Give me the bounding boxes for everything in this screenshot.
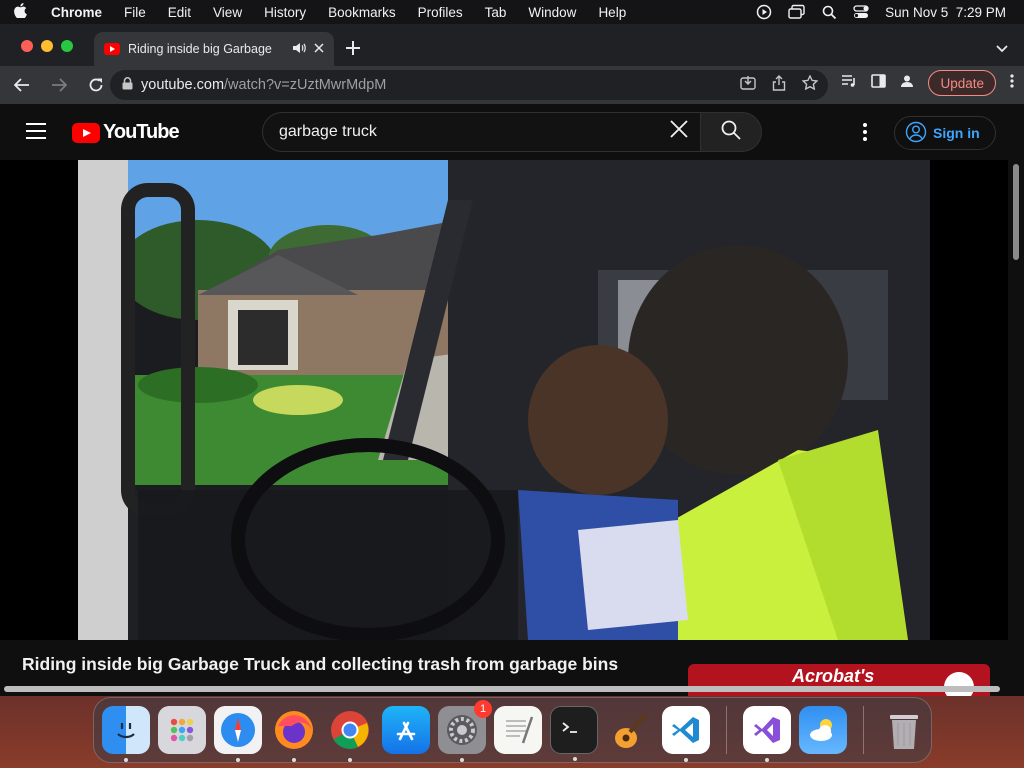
system-settings-icon[interactable]: 1	[438, 700, 492, 762]
running-indicator	[684, 758, 688, 762]
menu-app-name[interactable]: Chrome	[40, 5, 113, 20]
url-path: /watch?v=zUztMwrMdpM	[224, 77, 387, 93]
close-window-button[interactable]	[21, 40, 33, 52]
browser-window: Riding inside big Garbage youtube.com /w…	[0, 24, 1024, 696]
dock-separator	[863, 706, 864, 754]
running-indicator	[573, 757, 577, 761]
browser-toolbar: youtube.com/watch?v=zUztMwrMdpM Update	[0, 66, 1024, 104]
running-indicator	[236, 758, 240, 762]
video-frame-image	[78, 160, 930, 640]
weather-icon[interactable]	[799, 706, 847, 754]
url-host: youtube.com	[141, 77, 225, 93]
bookmark-star-icon[interactable]	[801, 74, 819, 95]
menu-view[interactable]: View	[202, 5, 253, 20]
vscode-icon[interactable]	[662, 706, 710, 762]
dock: 1	[93, 697, 932, 763]
youtube-wordmark: YouTube	[103, 121, 180, 143]
textedit-icon[interactable]	[494, 706, 542, 754]
account-circle-icon	[905, 121, 927, 146]
dock-separator	[726, 706, 727, 754]
launchpad-icon[interactable]	[158, 706, 206, 754]
apple-menu-icon[interactable]	[0, 2, 40, 22]
settings-kebab-icon[interactable]	[863, 123, 867, 144]
menu-history[interactable]: History	[253, 5, 317, 20]
search-query-text: garbage truck	[279, 123, 377, 140]
running-indicator	[765, 758, 769, 762]
running-indicator	[124, 758, 128, 762]
finder-icon[interactable]	[102, 706, 150, 762]
media-controls-icon[interactable]	[841, 74, 857, 93]
hamburger-menu-icon[interactable]	[26, 123, 46, 144]
screen-mirroring-icon[interactable]	[788, 4, 806, 20]
close-tab-icon[interactable]	[314, 42, 324, 56]
running-indicator	[292, 758, 296, 762]
update-button[interactable]: Update	[928, 70, 996, 96]
tab-strip: Riding inside big Garbage	[0, 24, 1024, 66]
youtube-page: YouTube garbage truck Sign in Riding ins…	[0, 104, 1024, 696]
tab-search-chevron-icon[interactable]	[996, 40, 1008, 58]
search-icon	[721, 120, 741, 145]
trash-icon[interactable]	[880, 706, 928, 754]
zoom-window-button[interactable]	[61, 40, 73, 52]
menu-window[interactable]: Window	[517, 5, 587, 20]
video-player[interactable]	[0, 160, 1008, 640]
garageband-icon[interactable]	[606, 706, 654, 754]
new-tab-button[interactable]	[346, 38, 360, 61]
ad-badge	[944, 672, 974, 696]
running-indicator	[460, 758, 464, 762]
address-bar[interactable]: youtube.com/watch?v=zUztMwrMdpM	[110, 70, 828, 100]
tab-youtube[interactable]: Riding inside big Garbage	[94, 32, 334, 66]
video-frame[interactable]	[78, 160, 930, 640]
video-title: Riding inside big Garbage Truck and coll…	[22, 654, 619, 674]
side-panel-icon[interactable]	[871, 73, 887, 93]
sign-in-button[interactable]: Sign in	[894, 116, 996, 150]
clear-search-icon[interactable]	[670, 120, 688, 143]
menu-profiles[interactable]: Profiles	[407, 5, 474, 20]
running-indicator	[348, 758, 352, 762]
lock-icon[interactable]	[122, 76, 133, 94]
search-input[interactable]: garbage truck	[262, 112, 700, 152]
firefox-icon[interactable]	[270, 706, 318, 762]
youtube-header: YouTube garbage truck Sign in	[0, 104, 1024, 160]
menu-bar: Chrome File Edit View History Bookmarks …	[0, 0, 1024, 24]
control-center-icon[interactable]	[853, 5, 869, 19]
window-controls	[21, 40, 73, 52]
sign-in-label: Sign in	[933, 125, 980, 141]
menu-help[interactable]: Help	[587, 5, 637, 20]
youtube-favicon-icon	[104, 43, 120, 55]
vertical-scrollbar-thumb[interactable]	[1013, 164, 1019, 260]
play-status-icon[interactable]	[756, 4, 772, 20]
page-horizontal-scrollbar[interactable]	[4, 686, 1000, 692]
minimize-window-button[interactable]	[41, 40, 53, 52]
back-button[interactable]	[6, 69, 38, 101]
youtube-play-icon	[72, 122, 100, 143]
spotlight-search-icon[interactable]	[822, 5, 837, 20]
ad-text: Acrobat's	[792, 666, 875, 686]
share-icon[interactable]	[772, 75, 786, 95]
youtube-logo[interactable]: YouTube	[72, 121, 180, 144]
menubar-clock[interactable]: Sun Nov 5 7:29 PM	[885, 5, 1006, 20]
reload-button[interactable]	[80, 69, 112, 101]
app-store-icon[interactable]	[382, 706, 430, 754]
notification-badge: 1	[474, 700, 492, 718]
menu-bookmarks[interactable]: Bookmarks	[317, 5, 407, 20]
search-button[interactable]	[700, 112, 762, 152]
forward-button[interactable]	[43, 69, 75, 101]
install-app-icon[interactable]	[740, 75, 756, 95]
chrome-menu-icon[interactable]	[1010, 73, 1014, 93]
page-vertical-scrollbar[interactable]	[1010, 160, 1020, 696]
visual-studio-icon[interactable]	[743, 706, 791, 762]
menu-edit[interactable]: Edit	[157, 5, 202, 20]
tab-title: Riding inside big Garbage	[128, 42, 272, 56]
safari-icon[interactable]	[214, 706, 262, 762]
profile-icon[interactable]	[900, 74, 914, 93]
menu-file[interactable]: File	[113, 5, 157, 20]
chrome-icon[interactable]	[326, 706, 374, 762]
menu-tab[interactable]: Tab	[474, 5, 518, 20]
terminal-icon[interactable]	[550, 706, 598, 761]
speaker-icon[interactable]	[292, 42, 306, 57]
